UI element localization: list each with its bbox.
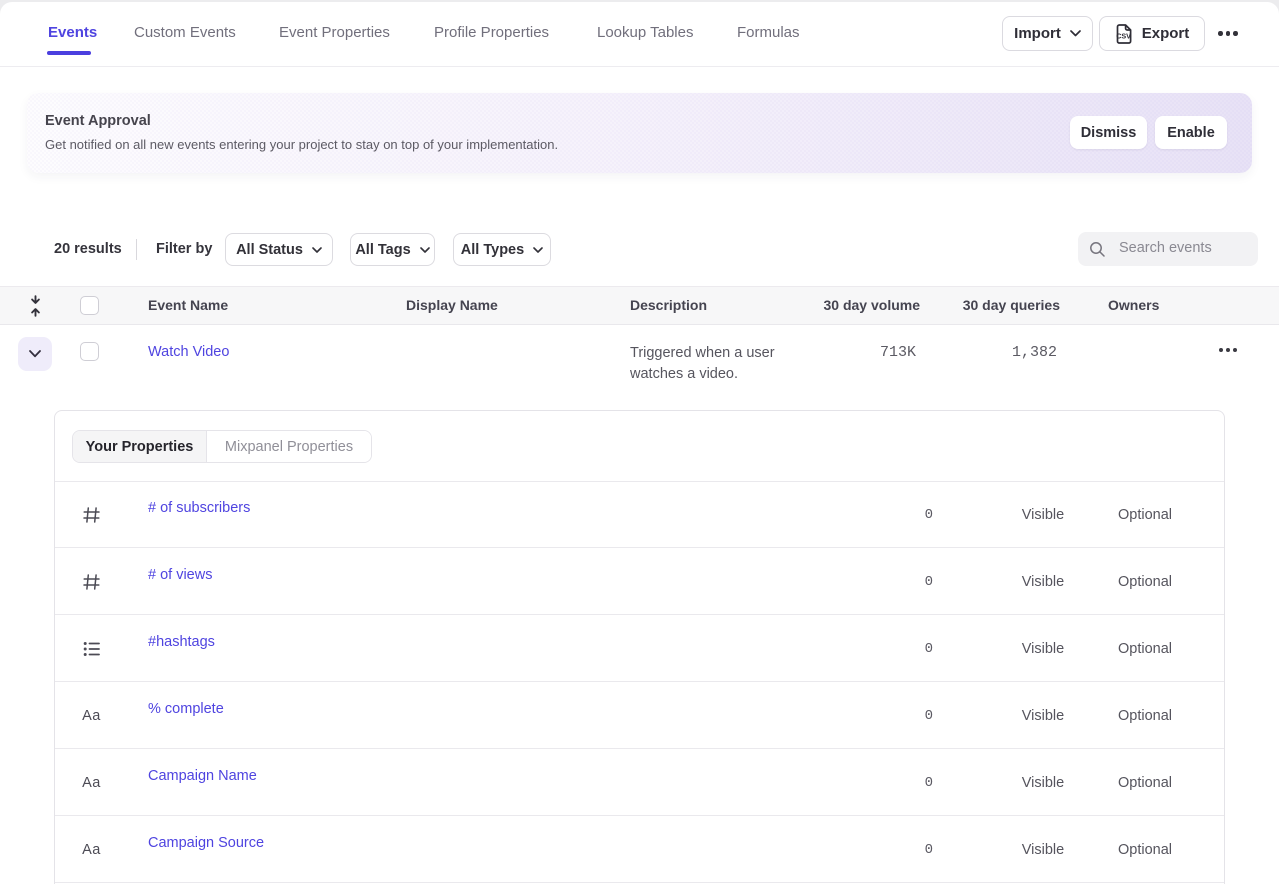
svg-text:CSV: CSV [1116,31,1131,40]
